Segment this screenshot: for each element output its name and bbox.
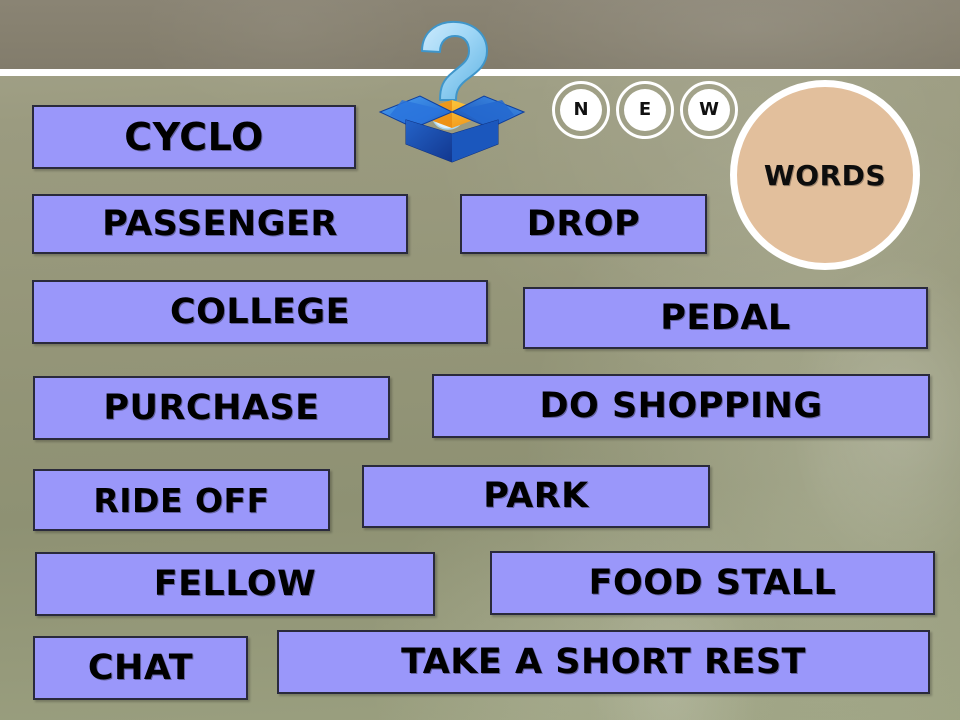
word-card-label: PURCHASE xyxy=(103,387,320,428)
word-card-label: TAKE A SHORT REST xyxy=(401,641,806,682)
title-letter-circle-n: N xyxy=(552,81,610,139)
word-card-chat[interactable]: CHAT xyxy=(33,636,248,700)
word-card-label: DO SHOPPING xyxy=(539,385,823,426)
word-card-college[interactable]: COLLEGE xyxy=(32,280,488,344)
word-card-drop[interactable]: DROP xyxy=(460,194,707,254)
question-mark-in-open-box-icon xyxy=(372,16,532,168)
word-card-label: FOOD STALL xyxy=(588,562,837,603)
word-card-label: PEDAL xyxy=(660,297,791,338)
title-letter-disc: W xyxy=(688,89,730,131)
title-letter-glyph: W xyxy=(699,99,719,120)
word-card-label: DROP xyxy=(526,203,641,244)
word-card-label: CYCLO xyxy=(124,115,264,159)
title-letter-disc: E xyxy=(624,89,666,131)
word-card-label: PASSENGER xyxy=(102,203,338,244)
word-card-label: PARK xyxy=(483,476,589,516)
word-card-label: FELLOW xyxy=(153,563,317,604)
title-letter-glyph: N xyxy=(573,99,589,120)
title-letter-circle-e: E xyxy=(616,81,674,139)
title-words-label: WORDS xyxy=(763,158,887,192)
word-card-label: COLLEGE xyxy=(169,291,351,332)
title-letter-disc: N xyxy=(560,89,602,131)
word-card-cyclo[interactable]: CYCLO xyxy=(32,105,356,169)
word-card-ride-off[interactable]: RIDE OFF xyxy=(33,469,330,531)
presentation-slide: N E W WORDS CYCLO PASSENGER DROP COLLEGE PED… xyxy=(0,0,960,720)
word-card-purchase[interactable]: PURCHASE xyxy=(33,376,390,440)
word-card-food-stall[interactable]: FOOD STALL xyxy=(490,551,935,615)
word-card-do-shopping[interactable]: DO SHOPPING xyxy=(432,374,930,438)
word-card-label: CHAT xyxy=(87,647,194,688)
word-card-fellow[interactable]: FELLOW xyxy=(35,552,435,616)
word-card-label: RIDE OFF xyxy=(93,480,270,520)
word-card-passenger[interactable]: PASSENGER xyxy=(32,194,408,254)
title-words-circle: WORDS xyxy=(730,80,920,270)
word-card-pedal[interactable]: PEDAL xyxy=(523,287,928,349)
title-letter-circle-w: W xyxy=(680,81,738,139)
title-letter-glyph: E xyxy=(638,99,652,120)
word-card-park[interactable]: PARK xyxy=(362,465,710,528)
word-card-take-a-short-rest[interactable]: TAKE A SHORT REST xyxy=(277,630,930,694)
